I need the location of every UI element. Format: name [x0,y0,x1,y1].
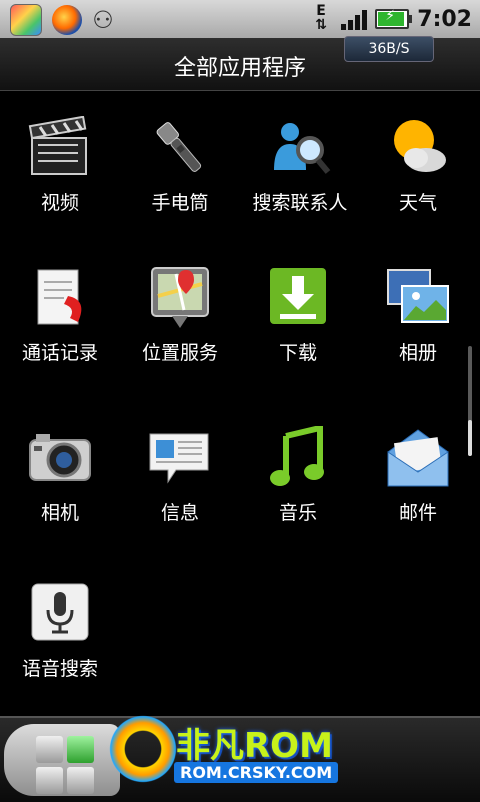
sd-card-icon [52,5,82,35]
contact-search-icon [268,116,332,180]
app-label: 天气 [398,192,437,214]
app-label: 邮件 [398,502,437,524]
battery-icon: ⚡ [375,8,413,29]
call-log-icon [28,266,92,330]
app-label: 手电筒 [151,192,209,214]
app-label: 语音搜索 [21,658,98,680]
app-label: 位置服务 [141,342,218,364]
download-icon [266,266,330,330]
app-video[interactable]: 视频 [0,115,120,215]
notification-icons[interactable]: ⚇ [10,4,114,36]
app-voice-search[interactable]: 语音搜索 [0,582,120,681]
network-type-icon: E ⇅ [315,3,327,33]
app-call-log[interactable]: 通话记录 [0,266,120,365]
app-location[interactable]: 位置服务 [120,266,240,365]
signal-icon [341,8,368,30]
message-icon [148,426,212,490]
app-weather[interactable]: 天气 [358,116,478,215]
app-download[interactable]: 下载 [238,266,358,365]
gallery-icon [386,266,450,330]
app-drawer-button[interactable] [4,724,120,796]
app-label: 相册 [398,342,437,364]
app-label: 搜索联系人 [252,192,348,214]
scrollbar[interactable] [468,346,472,456]
watermark-title: 非凡ROM [176,726,333,766]
music-note-icon [266,424,330,490]
app-label: 相机 [40,502,79,524]
map-pin-icon [148,266,212,330]
page-title: 全部应用程序 [173,56,306,81]
clock: 7:02 [417,6,472,32]
app-mail[interactable]: 邮件 [358,426,478,525]
scrollbar-thumb[interactable] [468,420,472,456]
app-music[interactable]: 音乐 [238,424,358,525]
status-bar: ⚇ E ⇅ ⚡ 7:02 [0,0,480,38]
watermark-subtitle: ROM.CRSKY.COM [174,762,339,783]
app-messages[interactable]: 信息 [120,426,240,525]
app-flashlight[interactable]: 手电筒 [120,116,240,215]
mail-icon [386,426,450,490]
app-label: 视频 [40,192,79,214]
watermark: 非凡ROM ROM.CRSKY.COM [106,708,396,792]
usb-icon: ⚇ [92,6,114,34]
app-contact-search[interactable]: 搜索联系人 [240,116,360,215]
clapperboard-icon [28,115,92,180]
app-label: 通话记录 [21,342,98,364]
camera-icon [28,426,92,490]
app-gallery[interactable]: 相册 [358,266,478,365]
grid-icon [36,736,94,794]
app-label: 下载 [278,342,317,364]
weather-icon [386,116,450,180]
watermark-logo-icon [106,712,180,786]
flashlight-icon [148,116,212,180]
app-camera[interactable]: 相机 [0,426,120,525]
app-label: 信息 [160,502,199,524]
market-icon [10,4,42,36]
microphone-icon [28,582,92,646]
title-bar: 36B/S 全部应用程序 [0,36,480,91]
app-label: 音乐 [278,502,317,524]
